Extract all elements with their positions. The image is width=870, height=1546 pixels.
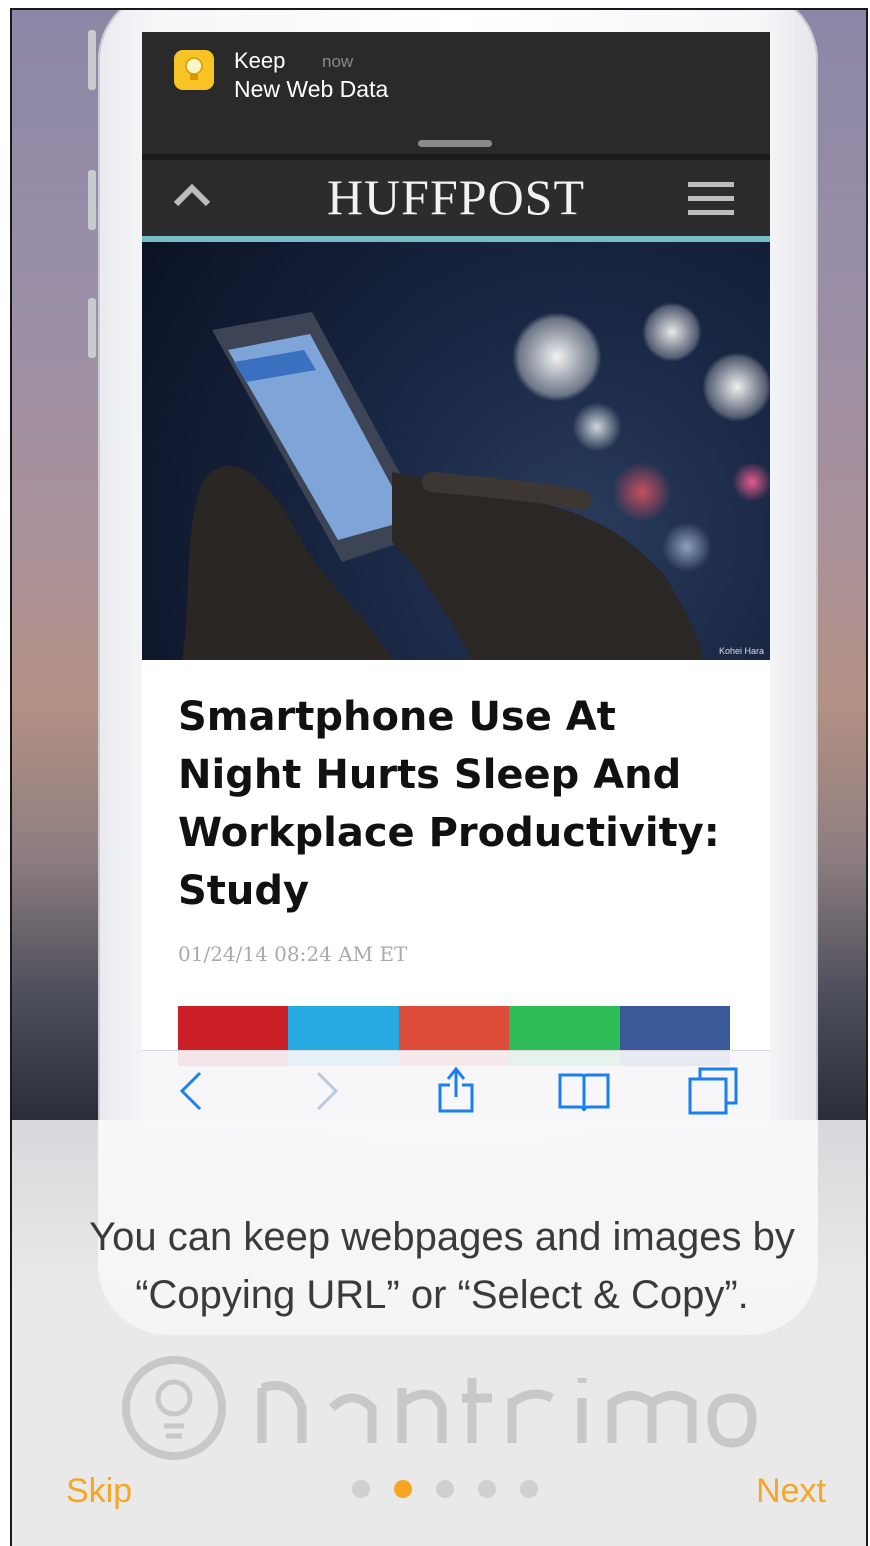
hamburger-menu-icon[interactable] <box>688 182 734 224</box>
onboarding-caption: You can keep webpages and images by “Cop… <box>89 1215 795 1317</box>
page-dot[interactable] <box>520 1480 538 1498</box>
tabs-icon[interactable] <box>686 1065 740 1121</box>
share-icon[interactable] <box>436 1065 476 1119</box>
site-header: HUFFPOST <box>142 160 770 236</box>
forward-icon[interactable] <box>312 1069 342 1117</box>
notification-message: New Web Data <box>234 76 389 102</box>
page-indicator[interactable] <box>352 1480 538 1498</box>
phone-volume-down <box>88 298 96 358</box>
page-dot[interactable] <box>352 1480 370 1498</box>
skip-button[interactable]: Skip <box>66 1472 132 1511</box>
app-frame: Keep now New Web Data HUFFPOST Kohei Har… <box>10 8 868 1546</box>
phone-volume-up <box>88 170 96 230</box>
article-headline[interactable]: Smartphone Use At Night Hurts Sleep And … <box>178 688 738 920</box>
photo-credit: Kohei Hara <box>718 646 764 656</box>
page-dot[interactable] <box>478 1480 496 1498</box>
phone-mute-switch <box>88 30 96 90</box>
bookmarks-icon[interactable] <box>556 1069 612 1119</box>
notification-time: now <box>322 52 354 71</box>
lightbulb-icon <box>174 50 214 90</box>
site-logo[interactable]: HUFFPOST <box>142 168 770 226</box>
back-icon[interactable] <box>176 1069 206 1117</box>
notification-banner[interactable]: Keep now New Web Data <box>142 32 770 154</box>
phone-screen: Keep now New Web Data HUFFPOST Kohei Har… <box>142 32 770 1132</box>
watermark-logo <box>112 1348 812 1468</box>
onboarding-panel: You can keep webpages and images by “Cop… <box>12 1120 866 1546</box>
notification-grabber[interactable] <box>418 140 492 147</box>
article-photo: Kohei Hara <box>142 242 770 660</box>
next-button[interactable]: Next <box>756 1472 826 1511</box>
article-date: 01/24/14 08:24 AM ET <box>178 942 408 966</box>
phone-in-hand-illustration <box>182 312 702 660</box>
page-dot[interactable] <box>436 1480 454 1498</box>
notification-app-name: Keep <box>234 48 286 73</box>
page-dot-active[interactable] <box>394 1480 412 1498</box>
